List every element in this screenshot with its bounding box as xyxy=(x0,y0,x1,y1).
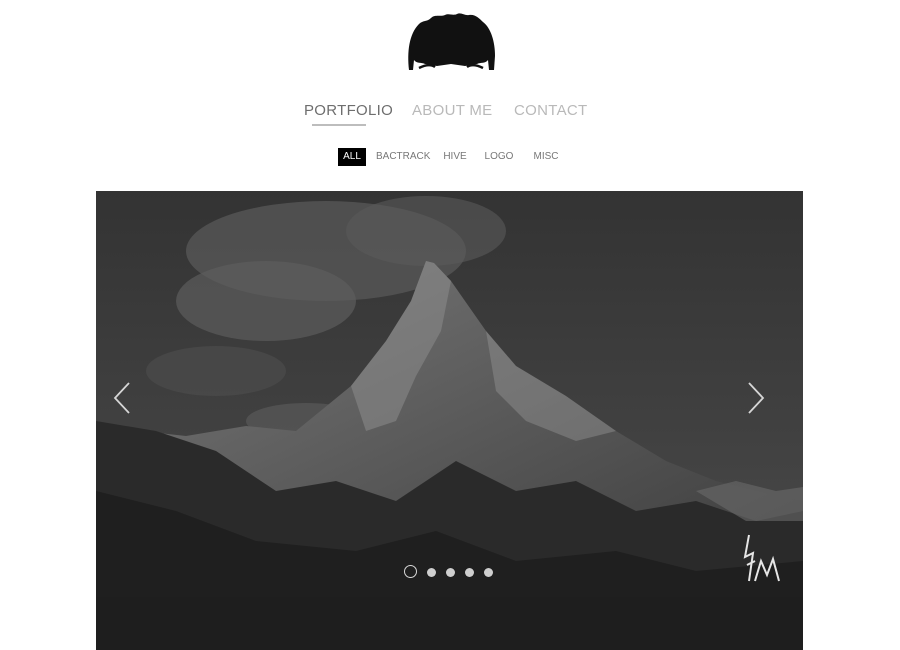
slider-dot-2[interactable] xyxy=(427,568,436,577)
filter-bactrack[interactable]: BACTRACK xyxy=(376,148,430,166)
mountain-image xyxy=(96,191,803,597)
nav-portfolio[interactable]: PORTFOLIO xyxy=(304,102,393,119)
signature-logo-icon xyxy=(743,534,780,582)
filter-bar: ALL BACTRACK HIVE LOGO MISC xyxy=(0,148,900,168)
slider-dot-1[interactable] xyxy=(404,565,417,578)
chevron-right-icon[interactable] xyxy=(746,381,766,415)
slider-dot-3[interactable] xyxy=(446,568,455,577)
slider-dot-4[interactable] xyxy=(465,568,474,577)
nav-active-underline xyxy=(312,124,366,126)
slider-dot-5[interactable] xyxy=(484,568,493,577)
content-band xyxy=(96,597,803,650)
main-nav: PORTFOLIO ABOUT ME CONTACT xyxy=(0,102,900,132)
filter-all[interactable]: ALL xyxy=(338,148,366,166)
chevron-left-icon[interactable] xyxy=(112,381,132,415)
filter-logo[interactable]: LOGO xyxy=(482,148,516,166)
logo-hair-icon[interactable] xyxy=(405,12,497,74)
filter-misc[interactable]: MISC xyxy=(530,148,562,166)
image-slider xyxy=(96,191,803,597)
nav-about-me[interactable]: ABOUT ME xyxy=(412,102,492,119)
nav-contact[interactable]: CONTACT xyxy=(514,102,587,119)
slider-dots xyxy=(402,565,502,581)
filter-hive[interactable]: HIVE xyxy=(440,148,470,166)
